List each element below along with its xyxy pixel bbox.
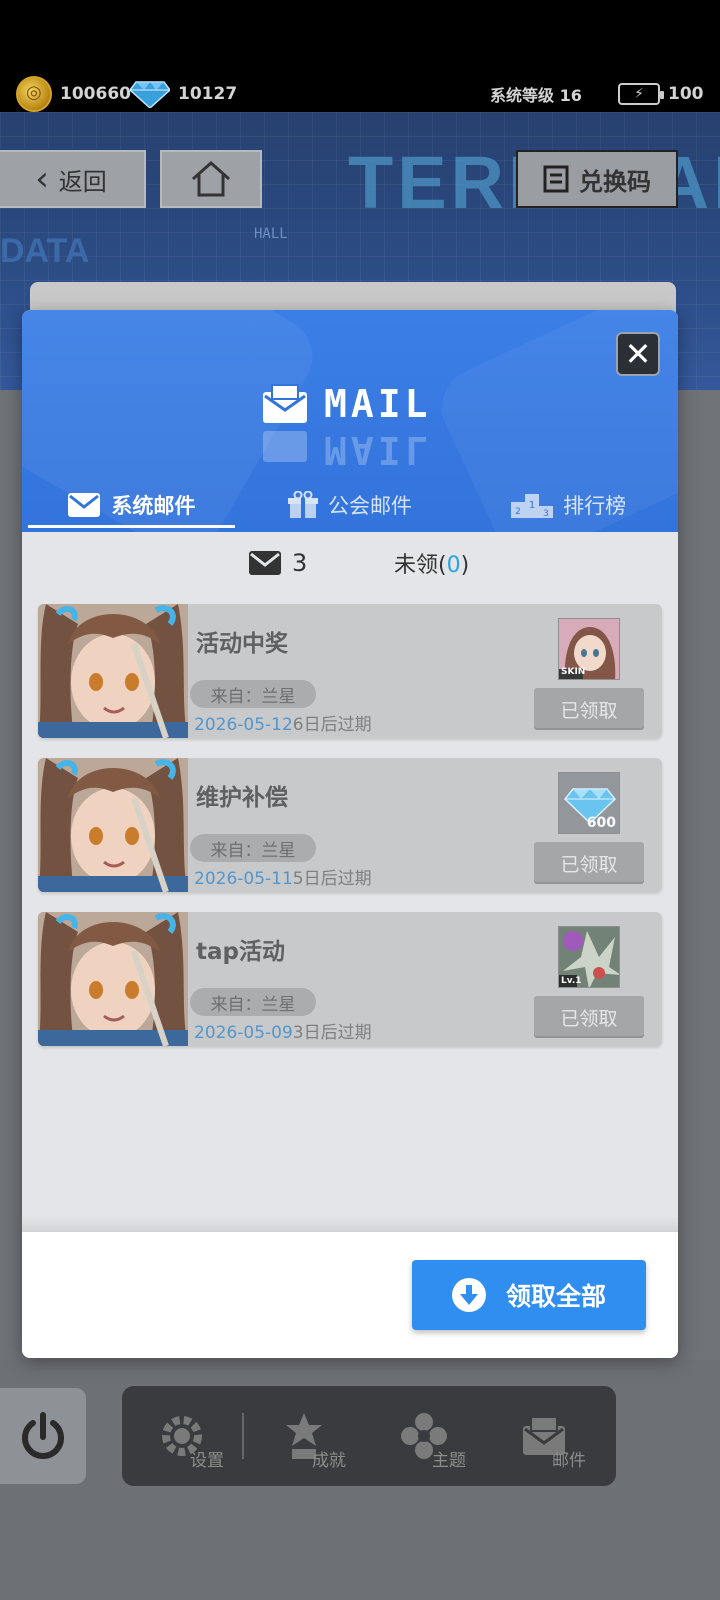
power-icon (22, 1412, 64, 1459)
dock-settings[interactable]: 设置 (122, 1386, 242, 1486)
data-text: DATA (0, 232, 90, 270)
dock-label: 设置 (190, 1451, 224, 1471)
mail-tabs: 系统邮件 公会邮件 12 3 排行榜 (22, 478, 678, 532)
mail-item[interactable]: tap活动 来自：兰星 2026-05-093日后过期 Lv.1 已领取 (38, 912, 662, 1046)
mail-dialog-header: ✕ MAIL MAIL 系统邮件 公会邮件 1 2 3 排行榜 (22, 310, 678, 532)
ticket-icon (543, 165, 569, 193)
claimed-button[interactable]: 已领取 (534, 996, 644, 1038)
coin-counter: 100660 (16, 76, 131, 112)
skin-reward-icon[interactable]: SKIN (558, 618, 620, 680)
tab-label: 排行榜 (563, 494, 627, 518)
mail-list: 活动中奖 来自：兰星 2026-05-126日后过期 SKIN 已领取 维护补偿… (38, 604, 662, 1066)
mail-title: MAIL (324, 382, 432, 426)
battery-icon: ⚡ (618, 83, 664, 105)
mail-date-line: 2026-05-115日后过期 (194, 864, 372, 889)
dock-label: 邮件 (552, 1451, 586, 1471)
power-button[interactable] (0, 1388, 86, 1484)
reward-label: Lv.1 (561, 976, 582, 986)
mail-title: tap活动 (196, 939, 285, 965)
mail-expiry: 3日后过期 (292, 1023, 372, 1043)
bottom-dock: 设置 成就 主题 邮件 (122, 1386, 616, 1486)
chevron-left-icon: ‹ (35, 159, 49, 199)
tab-guild-mail[interactable]: 公会邮件 (241, 478, 460, 532)
dock-mail[interactable]: 邮件 (484, 1386, 604, 1486)
envelope-icon (249, 551, 281, 575)
redeem-code-button[interactable]: 兑换码 (516, 150, 678, 208)
mail-dialog-footer: 领取全部 (22, 1216, 678, 1358)
reward-label: 600 (586, 815, 616, 831)
sender-avatar (38, 912, 188, 1046)
unclaimed-suffix: ) (460, 553, 470, 578)
gift-icon (288, 491, 318, 519)
mail-logo: MAIL (262, 382, 432, 426)
mail-item[interactable]: 活动中奖 来自：兰星 2026-05-126日后过期 SKIN 已领取 (38, 604, 662, 738)
mail-title: 活动中奖 (196, 631, 288, 657)
coin-amount: 100660 (60, 84, 131, 104)
redeem-label: 兑换码 (579, 167, 651, 196)
unclaimed-number: 0 (446, 553, 461, 578)
mail-date: 2026-05-12 (194, 715, 293, 735)
tab-label: 系统邮件 (111, 494, 196, 518)
gem-counter: 10127 (130, 76, 237, 112)
back-label: 返回 (58, 167, 107, 196)
mail-summary: 3 未领(0) (22, 536, 678, 590)
tab-leaderboard[interactable]: 12 3 排行榜 (459, 478, 678, 532)
mail-expiry: 6日后过期 (292, 715, 372, 735)
mail-date: 2026-05-11 (194, 869, 293, 889)
diamond-reward-icon[interactable]: 600 (558, 772, 620, 834)
energy-counter: ⚡ 100 (618, 76, 704, 112)
gem-amount: 10127 (178, 84, 238, 104)
energy-amount: 100 (668, 84, 704, 104)
mail-logo-reflection: MAIL (262, 428, 432, 472)
dock-theme[interactable]: 主题 (364, 1386, 484, 1486)
podium-icon: 12 3 (511, 492, 554, 518)
system-level: 系统等级 16 (490, 86, 582, 105)
mail-expiry: 5日后过期 (292, 869, 372, 889)
mail-title: 维护补偿 (196, 785, 288, 811)
claimed-button[interactable]: 已领取 (534, 688, 644, 730)
tab-label: 公会邮件 (328, 494, 412, 518)
sender-avatar (38, 604, 188, 738)
mail-date: 2026-05-09 (194, 1023, 293, 1043)
hall-text: HALL (254, 226, 288, 242)
close-icon: ✕ (624, 335, 652, 373)
envelope-icon (263, 384, 307, 423)
svg-text:2: 2 (515, 507, 521, 517)
home-icon (192, 161, 230, 197)
mail-date-line: 2026-05-126日后过期 (194, 710, 372, 735)
download-icon (451, 1278, 486, 1312)
mail-total: 3 (248, 549, 307, 577)
svg-text:1: 1 (529, 500, 535, 511)
tab-system-mail[interactable]: 系统邮件 (22, 478, 241, 532)
item-reward-icon[interactable]: Lv.1 (558, 926, 620, 988)
claim-all-label: 领取全部 (505, 1282, 606, 1311)
unclaimed-label: 未领( (394, 553, 447, 578)
mail-item[interactable]: 维护补偿 来自：兰星 2026-05-115日后过期 600 已领取 (38, 758, 662, 892)
reward-label: SKIN (561, 667, 586, 677)
dock-achievements[interactable]: 成就 (244, 1386, 364, 1486)
unclaimed-count: 未领(0) (394, 547, 469, 579)
dock-label: 主题 (432, 1451, 466, 1471)
mail-date-line: 2026-05-093日后过期 (194, 1018, 372, 1043)
mail-sender: 来自：兰星 (190, 680, 316, 708)
mail-sender: 来自：兰星 (190, 988, 316, 1016)
claimed-button[interactable]: 已领取 (534, 842, 644, 884)
svg-text:3: 3 (543, 509, 549, 518)
claim-all-button[interactable]: 领取全部 (412, 1260, 646, 1330)
diamond-icon (130, 81, 170, 108)
mail-count: 3 (292, 549, 308, 577)
envelope-icon (67, 492, 101, 518)
sender-avatar (38, 758, 188, 892)
home-button[interactable] (160, 150, 262, 208)
coin-icon (16, 76, 52, 112)
back-button[interactable]: ‹ 返回 (0, 150, 146, 208)
mail-dialog: ✕ MAIL MAIL 系统邮件 公会邮件 1 2 3 排行榜 3 未领(0) … (22, 310, 678, 1358)
dock-label: 成就 (312, 1451, 346, 1471)
mail-sender: 来自：兰星 (190, 834, 316, 862)
close-button[interactable]: ✕ (616, 332, 660, 376)
